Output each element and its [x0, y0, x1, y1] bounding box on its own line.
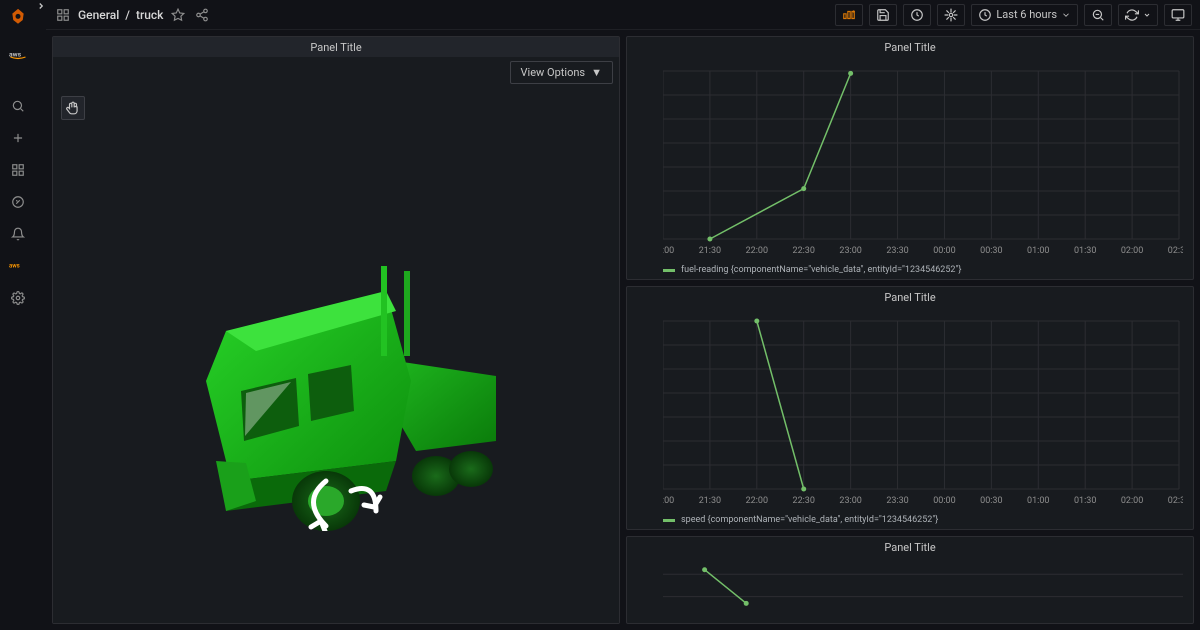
- svg-text:02:00: 02:00: [1121, 246, 1143, 256]
- sidebar: aws aws: [0, 0, 36, 630]
- kiosk-button[interactable]: [1164, 4, 1192, 26]
- svg-text:22:30: 22:30: [793, 246, 815, 256]
- share-icon[interactable]: [193, 6, 211, 24]
- svg-text:02:30: 02:30: [1168, 496, 1183, 506]
- svg-text:00:30: 00:30: [980, 496, 1002, 506]
- search-icon[interactable]: [2, 92, 34, 120]
- sidebar-expand-icon[interactable]: [36, 0, 46, 630]
- panel-title[interactable]: Panel Title: [627, 37, 1193, 57]
- dashboards-icon[interactable]: [2, 156, 34, 184]
- settings-icon[interactable]: [2, 284, 34, 312]
- time-range-picker[interactable]: Last 6 hours: [971, 4, 1078, 26]
- svg-text:00:00: 00:00: [933, 496, 955, 506]
- svg-text:23:30: 23:30: [886, 496, 908, 506]
- 3d-viewport[interactable]: [53, 88, 619, 623]
- chart-panel-1: Panel Title 203040506070809021:0021:3022…: [626, 36, 1194, 280]
- svg-text:01:30: 01:30: [1074, 496, 1096, 506]
- svg-text:22:00: 22:00: [746, 246, 768, 256]
- chart-area[interactable]: 203040506070809021:0021:3022:0022:3023:0…: [627, 57, 1193, 265]
- svg-text:21:00: 21:00: [663, 246, 674, 256]
- svg-text:23:00: 23:00: [839, 496, 861, 506]
- legend-swatch: [663, 519, 675, 522]
- svg-text:21:30: 21:30: [699, 246, 721, 256]
- plus-icon[interactable]: [2, 124, 34, 152]
- topbar: General / truck Last 6 hours: [46, 0, 1200, 30]
- svg-text:aws: aws: [9, 263, 20, 270]
- explore-icon[interactable]: [2, 188, 34, 216]
- svg-text:02:00: 02:00: [1121, 496, 1143, 506]
- view-options-button[interactable]: View Options ▼: [510, 61, 613, 84]
- panel-title[interactable]: Panel Title: [627, 537, 1193, 557]
- svg-text:02:30: 02:30: [1168, 246, 1183, 256]
- history-button[interactable]: [903, 4, 931, 26]
- svg-text:21:30: 21:30: [699, 496, 721, 506]
- svg-text:22:00: 22:00: [746, 496, 768, 506]
- chevron-down-icon: ▼: [591, 66, 602, 79]
- svg-text:23:00: 23:00: [839, 246, 861, 256]
- panel-title[interactable]: Panel Title: [627, 287, 1193, 307]
- svg-text:22:30: 22:30: [793, 496, 815, 506]
- save-button[interactable]: [869, 4, 897, 26]
- chart-area[interactable]: 400500: [627, 557, 1193, 623]
- refresh-button[interactable]: [1118, 4, 1158, 26]
- chart-legend[interactable]: speed {componentName="vehicle_data", ent…: [627, 515, 1193, 529]
- chart-panel-2: Panel Title 101520253035404521:0021:3022…: [626, 286, 1194, 530]
- truck-3d-model[interactable]: [126, 181, 546, 531]
- zoom-out-button[interactable]: [1084, 4, 1112, 26]
- alerting-icon[interactable]: [2, 220, 34, 248]
- dashboard-settings-button[interactable]: [937, 4, 965, 26]
- chart-area[interactable]: 101520253035404521:0021:3022:0022:3023:0…: [627, 307, 1193, 515]
- svg-text:21:00: 21:00: [663, 496, 674, 506]
- aws-icon[interactable]: aws: [2, 252, 34, 280]
- dashboard-icon[interactable]: [54, 6, 72, 24]
- breadcrumb-folder: General: [78, 8, 119, 22]
- svg-text:23:30: 23:30: [886, 246, 908, 256]
- aws-logo-icon[interactable]: aws: [2, 40, 34, 68]
- breadcrumb-name: truck: [136, 8, 163, 22]
- breadcrumb[interactable]: General / truck: [78, 8, 163, 22]
- add-panel-button[interactable]: [835, 4, 863, 26]
- star-icon[interactable]: [169, 6, 187, 24]
- svg-text:01:00: 01:00: [1027, 246, 1049, 256]
- svg-text:00:00: 00:00: [933, 246, 955, 256]
- svg-text:01:30: 01:30: [1074, 246, 1096, 256]
- chart-panel-3: Panel Title 400500: [626, 536, 1194, 624]
- chart-legend[interactable]: fuel-reading {componentName="vehicle_dat…: [627, 265, 1193, 279]
- legend-swatch: [663, 269, 675, 272]
- svg-text:01:00: 01:00: [1027, 496, 1049, 506]
- breadcrumb-sep: /: [125, 8, 130, 22]
- grafana-logo[interactable]: [6, 6, 30, 30]
- svg-text:00:30: 00:30: [980, 246, 1002, 256]
- pan-tool-icon[interactable]: [61, 96, 85, 120]
- time-range-label: Last 6 hours: [996, 8, 1057, 21]
- 3d-viewer-panel: Panel Title View Options ▼: [52, 36, 620, 624]
- panel-title[interactable]: Panel Title: [53, 37, 619, 57]
